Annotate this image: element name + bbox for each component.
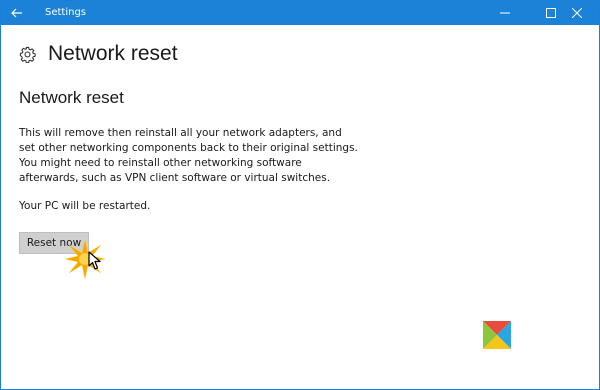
mouse-cursor-icon [88, 251, 101, 270]
gear-icon [19, 46, 36, 63]
minimize-icon [500, 12, 510, 14]
section-title: Network reset [19, 88, 124, 107]
close-icon [572, 8, 582, 18]
minimize-button[interactable] [485, 1, 525, 25]
title-bar: Settings [1, 1, 599, 25]
restart-note: Your PC will be restarted. [19, 200, 151, 212]
window-title: Settings [45, 7, 87, 18]
page-title: Network reset [48, 42, 178, 65]
reset-description: This will remove then reinstall all your… [19, 127, 358, 184]
page-header: Network reset [19, 39, 178, 69]
maximize-icon [546, 8, 556, 18]
back-button[interactable] [1, 1, 33, 25]
close-button[interactable] [557, 1, 597, 25]
back-arrow-icon [11, 8, 22, 18]
settings-window: Settings Network reset Network reset Thi… [0, 0, 600, 390]
colored-square-logo-icon [483, 321, 511, 349]
